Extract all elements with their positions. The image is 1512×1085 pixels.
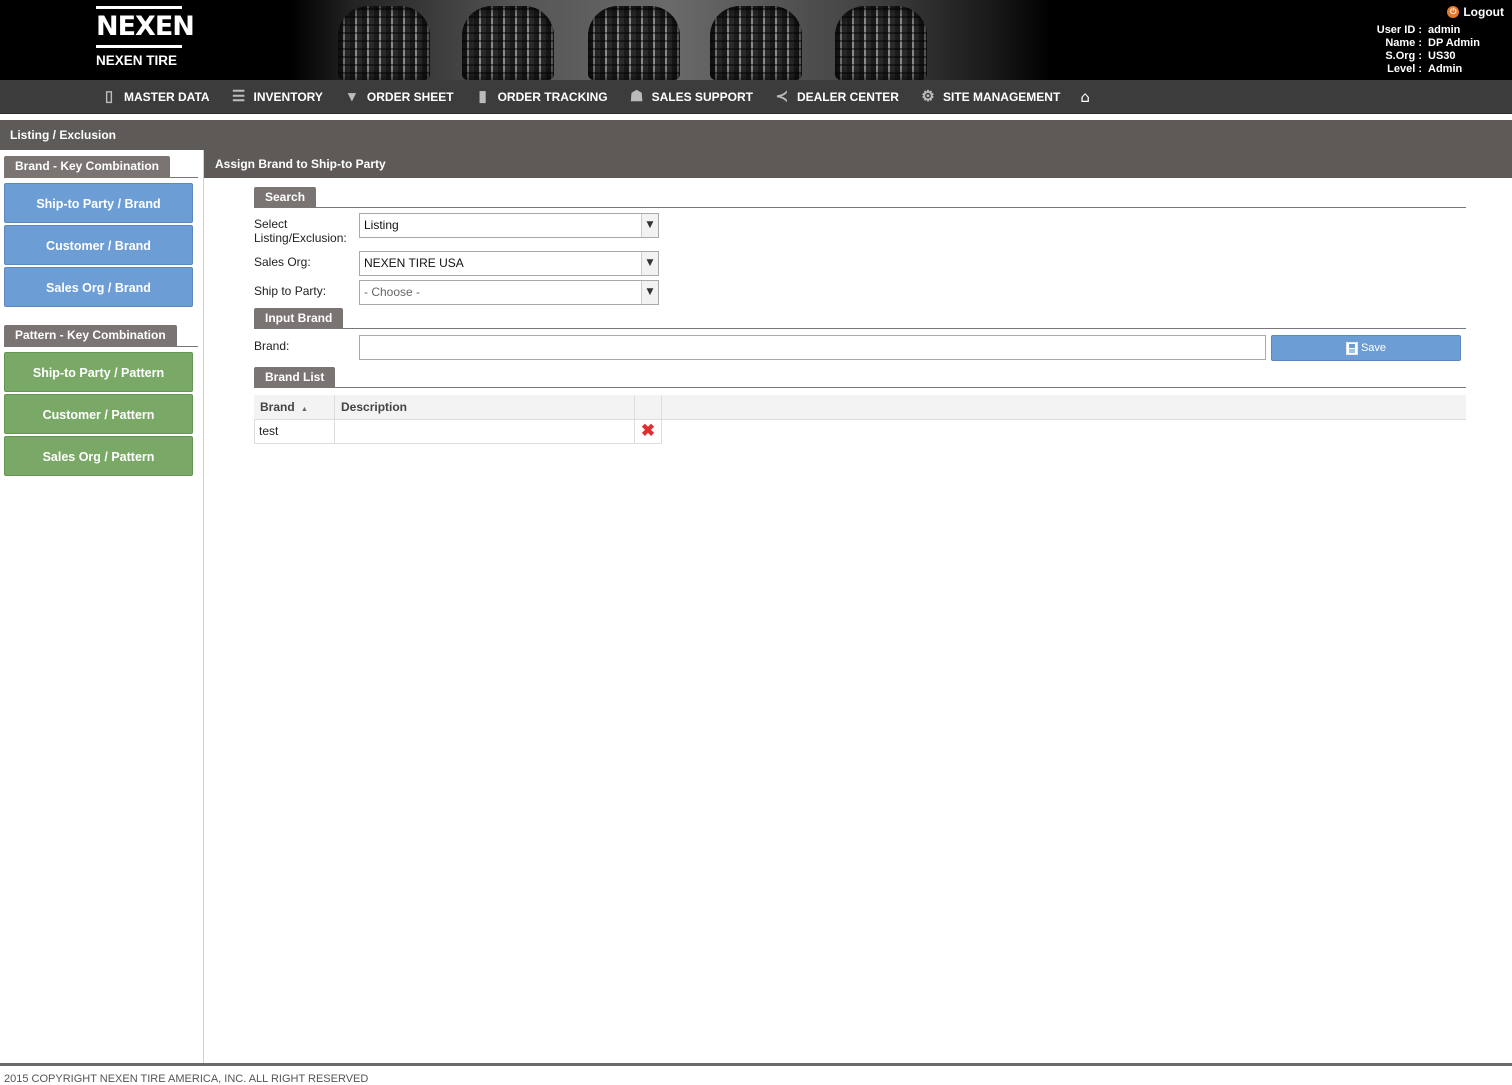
user-name-row: Name : DP Admin (1374, 37, 1504, 50)
chevron-down-icon: ▼ (641, 281, 658, 304)
listing-exclusion-select[interactable]: Listing ▼ (359, 213, 659, 238)
nav-label: ORDER SHEET (366, 90, 454, 104)
customer-pattern-button[interactable]: Customer / Pattern (4, 394, 193, 434)
gear-icon: ⚙ (921, 88, 935, 105)
nav-dealer-center[interactable]: ≺ DEALER CENTER (773, 88, 899, 106)
book-icon: ▯ (104, 88, 114, 105)
nav-order-sheet[interactable]: ▾ ORDER SHEET (343, 88, 454, 106)
basket-icon: ▾ (348, 88, 356, 105)
column-label: Brand (260, 400, 295, 414)
header: NEXEN NEXEN TIRE ⏻ Logout User ID : admi… (0, 0, 1512, 80)
listing-label: Select Listing/Exclusion: (254, 217, 347, 245)
save-button[interactable]: Save (1271, 335, 1461, 361)
user-level-value: Admin (1428, 63, 1463, 75)
user-name-value: DP Admin (1428, 37, 1480, 49)
footer-divider (0, 1063, 1512, 1066)
nav-label: MASTER DATA (124, 90, 210, 104)
brand-label: Brand: (254, 339, 290, 353)
user-sorg-value: US30 (1428, 50, 1456, 62)
input-brand-section-header: Input Brand (254, 308, 1466, 329)
share-icon: ≺ (775, 88, 789, 105)
user-sorg-row: S.Org : US30 (1374, 50, 1504, 63)
ship-to-party-select[interactable]: - Choose - ▼ (359, 280, 659, 305)
pattern-section-tab: Pattern - Key Combination (4, 325, 177, 346)
nav-label: DEALER CENTER (796, 90, 899, 104)
column-header-actions (635, 395, 662, 420)
logo-mark-text: NEXEN (96, 11, 195, 42)
people-icon: ☗ (629, 88, 644, 105)
ship-to-party-placeholder: - Choose - (364, 285, 421, 299)
user-id-row: User ID : admin (1374, 24, 1504, 37)
listing-label-line1: Select (254, 217, 288, 231)
ship-to-party-pattern-button[interactable]: Ship-to Party / Pattern (4, 352, 193, 392)
nav-sales-support[interactable]: ☗ SALES SUPPORT (628, 88, 753, 106)
main-navigation: ▯ MASTER DATA ☰ INVENTORY ▾ ORDER SHEET … (0, 80, 1512, 114)
brand-input[interactable] (359, 335, 1266, 360)
home-icon[interactable]: ⌂ (1080, 88, 1090, 106)
search-tab: Search (254, 187, 317, 208)
description-cell (335, 420, 635, 443)
footer-copyright: 2015 COPYRIGHT NEXEN TIRE AMERICA, INC. … (4, 1073, 369, 1085)
tire-image (710, 6, 802, 80)
brand-list-section-header: Brand List (254, 367, 1466, 388)
logo-text: NEXEN TIRE (96, 53, 178, 68)
sales-org-brand-button[interactable]: Sales Org / Brand (4, 267, 193, 307)
user-level-row: Level : Admin (1374, 63, 1504, 76)
sort-ascending-icon: ▲ (301, 406, 308, 413)
tire-image (462, 6, 554, 80)
ship-to-party-label: Ship to Party: (254, 284, 327, 298)
breadcrumb: Listing / Exclusion (0, 120, 1512, 150)
page-title: Assign Brand to Ship-to Party (204, 150, 1512, 178)
sales-org-label: Sales Org: (254, 255, 311, 269)
sidebar: Brand - Key Combination Ship-to Party / … (0, 150, 204, 1065)
logout-label: Logout (1463, 5, 1504, 19)
brand-list-tab: Brand List (254, 367, 336, 388)
nav-master-data[interactable]: ▯ MASTER DATA (100, 88, 210, 106)
tire-image (338, 6, 430, 80)
power-icon: ⏻ (1447, 6, 1460, 18)
brand-cell: test (255, 420, 335, 443)
listing-exclusion-value: Listing (364, 218, 399, 232)
nav-label: SALES SUPPORT (651, 90, 753, 104)
document-icon: ▮ (478, 88, 487, 105)
brand-section-header: Brand - Key Combination (4, 156, 198, 178)
nav-label: SITE MANAGEMENT (942, 90, 1061, 104)
nav-site-management[interactable]: ⚙ SITE MANAGEMENT (919, 88, 1060, 106)
user-sorg-key: S.Org : (1385, 50, 1422, 62)
save-label: Save (1360, 342, 1387, 354)
nav-inventory[interactable]: ☰ INVENTORY (230, 88, 323, 106)
tire-image (835, 6, 927, 80)
user-id-value: admin (1428, 24, 1461, 36)
sales-org-select[interactable]: NEXEN TIRE USA ▼ (359, 251, 659, 276)
pattern-section-header: Pattern - Key Combination (4, 325, 198, 347)
customer-brand-button[interactable]: Customer / Brand (4, 225, 193, 265)
sales-org-value: NEXEN TIRE USA (364, 256, 464, 270)
column-header-brand[interactable]: Brand ▲ (254, 395, 335, 420)
search-section-header: Search (254, 187, 1466, 208)
user-name-key: Name : (1385, 37, 1422, 49)
nav-order-tracking[interactable]: ▮ ORDER TRACKING (474, 88, 608, 106)
floppy-disk-icon (1345, 341, 1358, 355)
logout-button[interactable]: ⏻ Logout (1447, 5, 1504, 19)
table-row[interactable]: test ✖ (254, 420, 662, 444)
stack-icon: ☰ (231, 88, 246, 105)
input-brand-tab: Input Brand (254, 308, 344, 329)
grid-header: Brand ▲ Description (254, 395, 1466, 420)
listing-label-line2: Listing/Exclusion: (254, 231, 347, 245)
chevron-down-icon: ▼ (641, 252, 658, 275)
ship-to-party-brand-button[interactable]: Ship-to Party / Brand (4, 183, 193, 223)
nexen-logo[interactable]: NEXEN NEXEN TIRE (96, 6, 195, 70)
user-level-key: Level : (1387, 63, 1422, 75)
tire-image (588, 6, 680, 80)
brand-section-tab: Brand - Key Combination (4, 156, 171, 177)
tire-banner-image (290, 0, 1050, 80)
delete-icon[interactable]: ✖ (635, 420, 662, 443)
nav-label: INVENTORY (253, 90, 323, 104)
sales-org-pattern-button[interactable]: Sales Org / Pattern (4, 436, 193, 476)
user-id-key: User ID : (1376, 24, 1422, 36)
chevron-down-icon: ▼ (641, 214, 658, 237)
nav-label: ORDER TRACKING (497, 90, 608, 104)
column-header-description[interactable]: Description (335, 395, 635, 420)
